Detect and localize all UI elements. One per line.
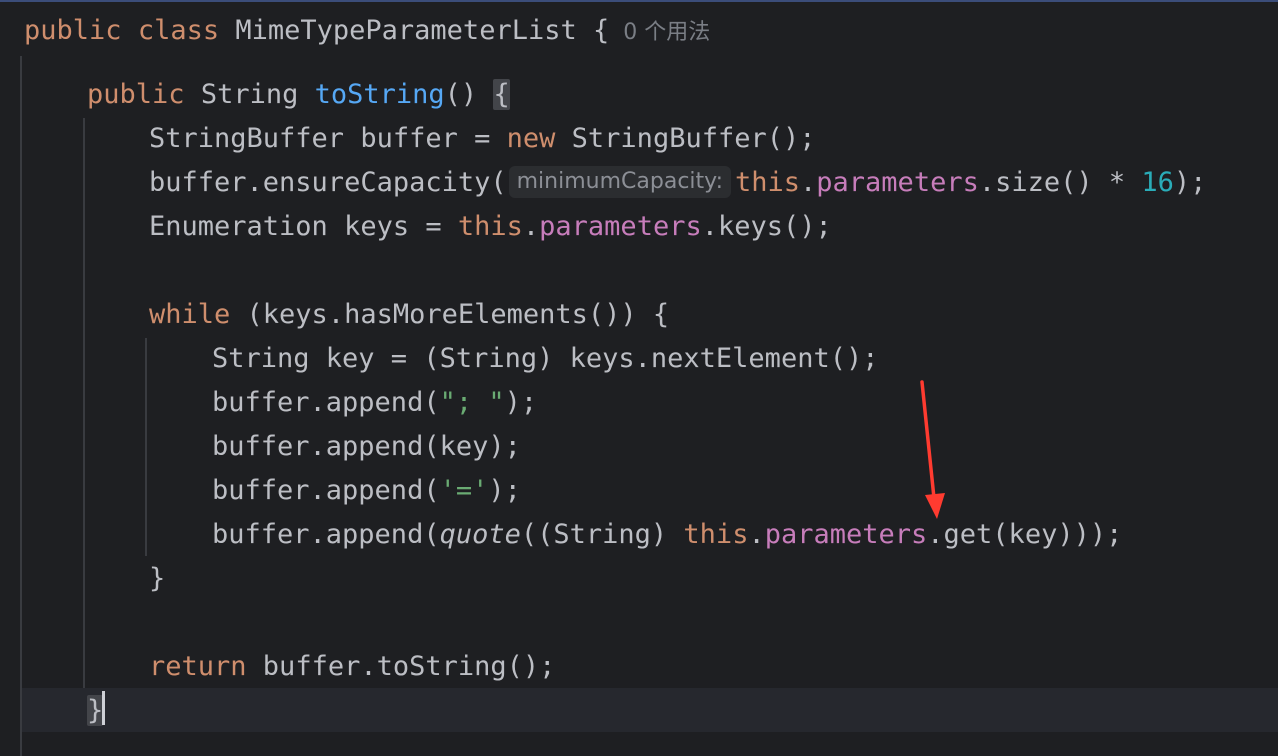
arrow-shaft — [920, 380, 936, 500]
code-editor[interactable]: public class MimeTypeParameterList {0 个用… — [0, 0, 1278, 756]
red-annotation-arrow — [920, 380, 945, 519]
arrow-head — [925, 493, 945, 519]
